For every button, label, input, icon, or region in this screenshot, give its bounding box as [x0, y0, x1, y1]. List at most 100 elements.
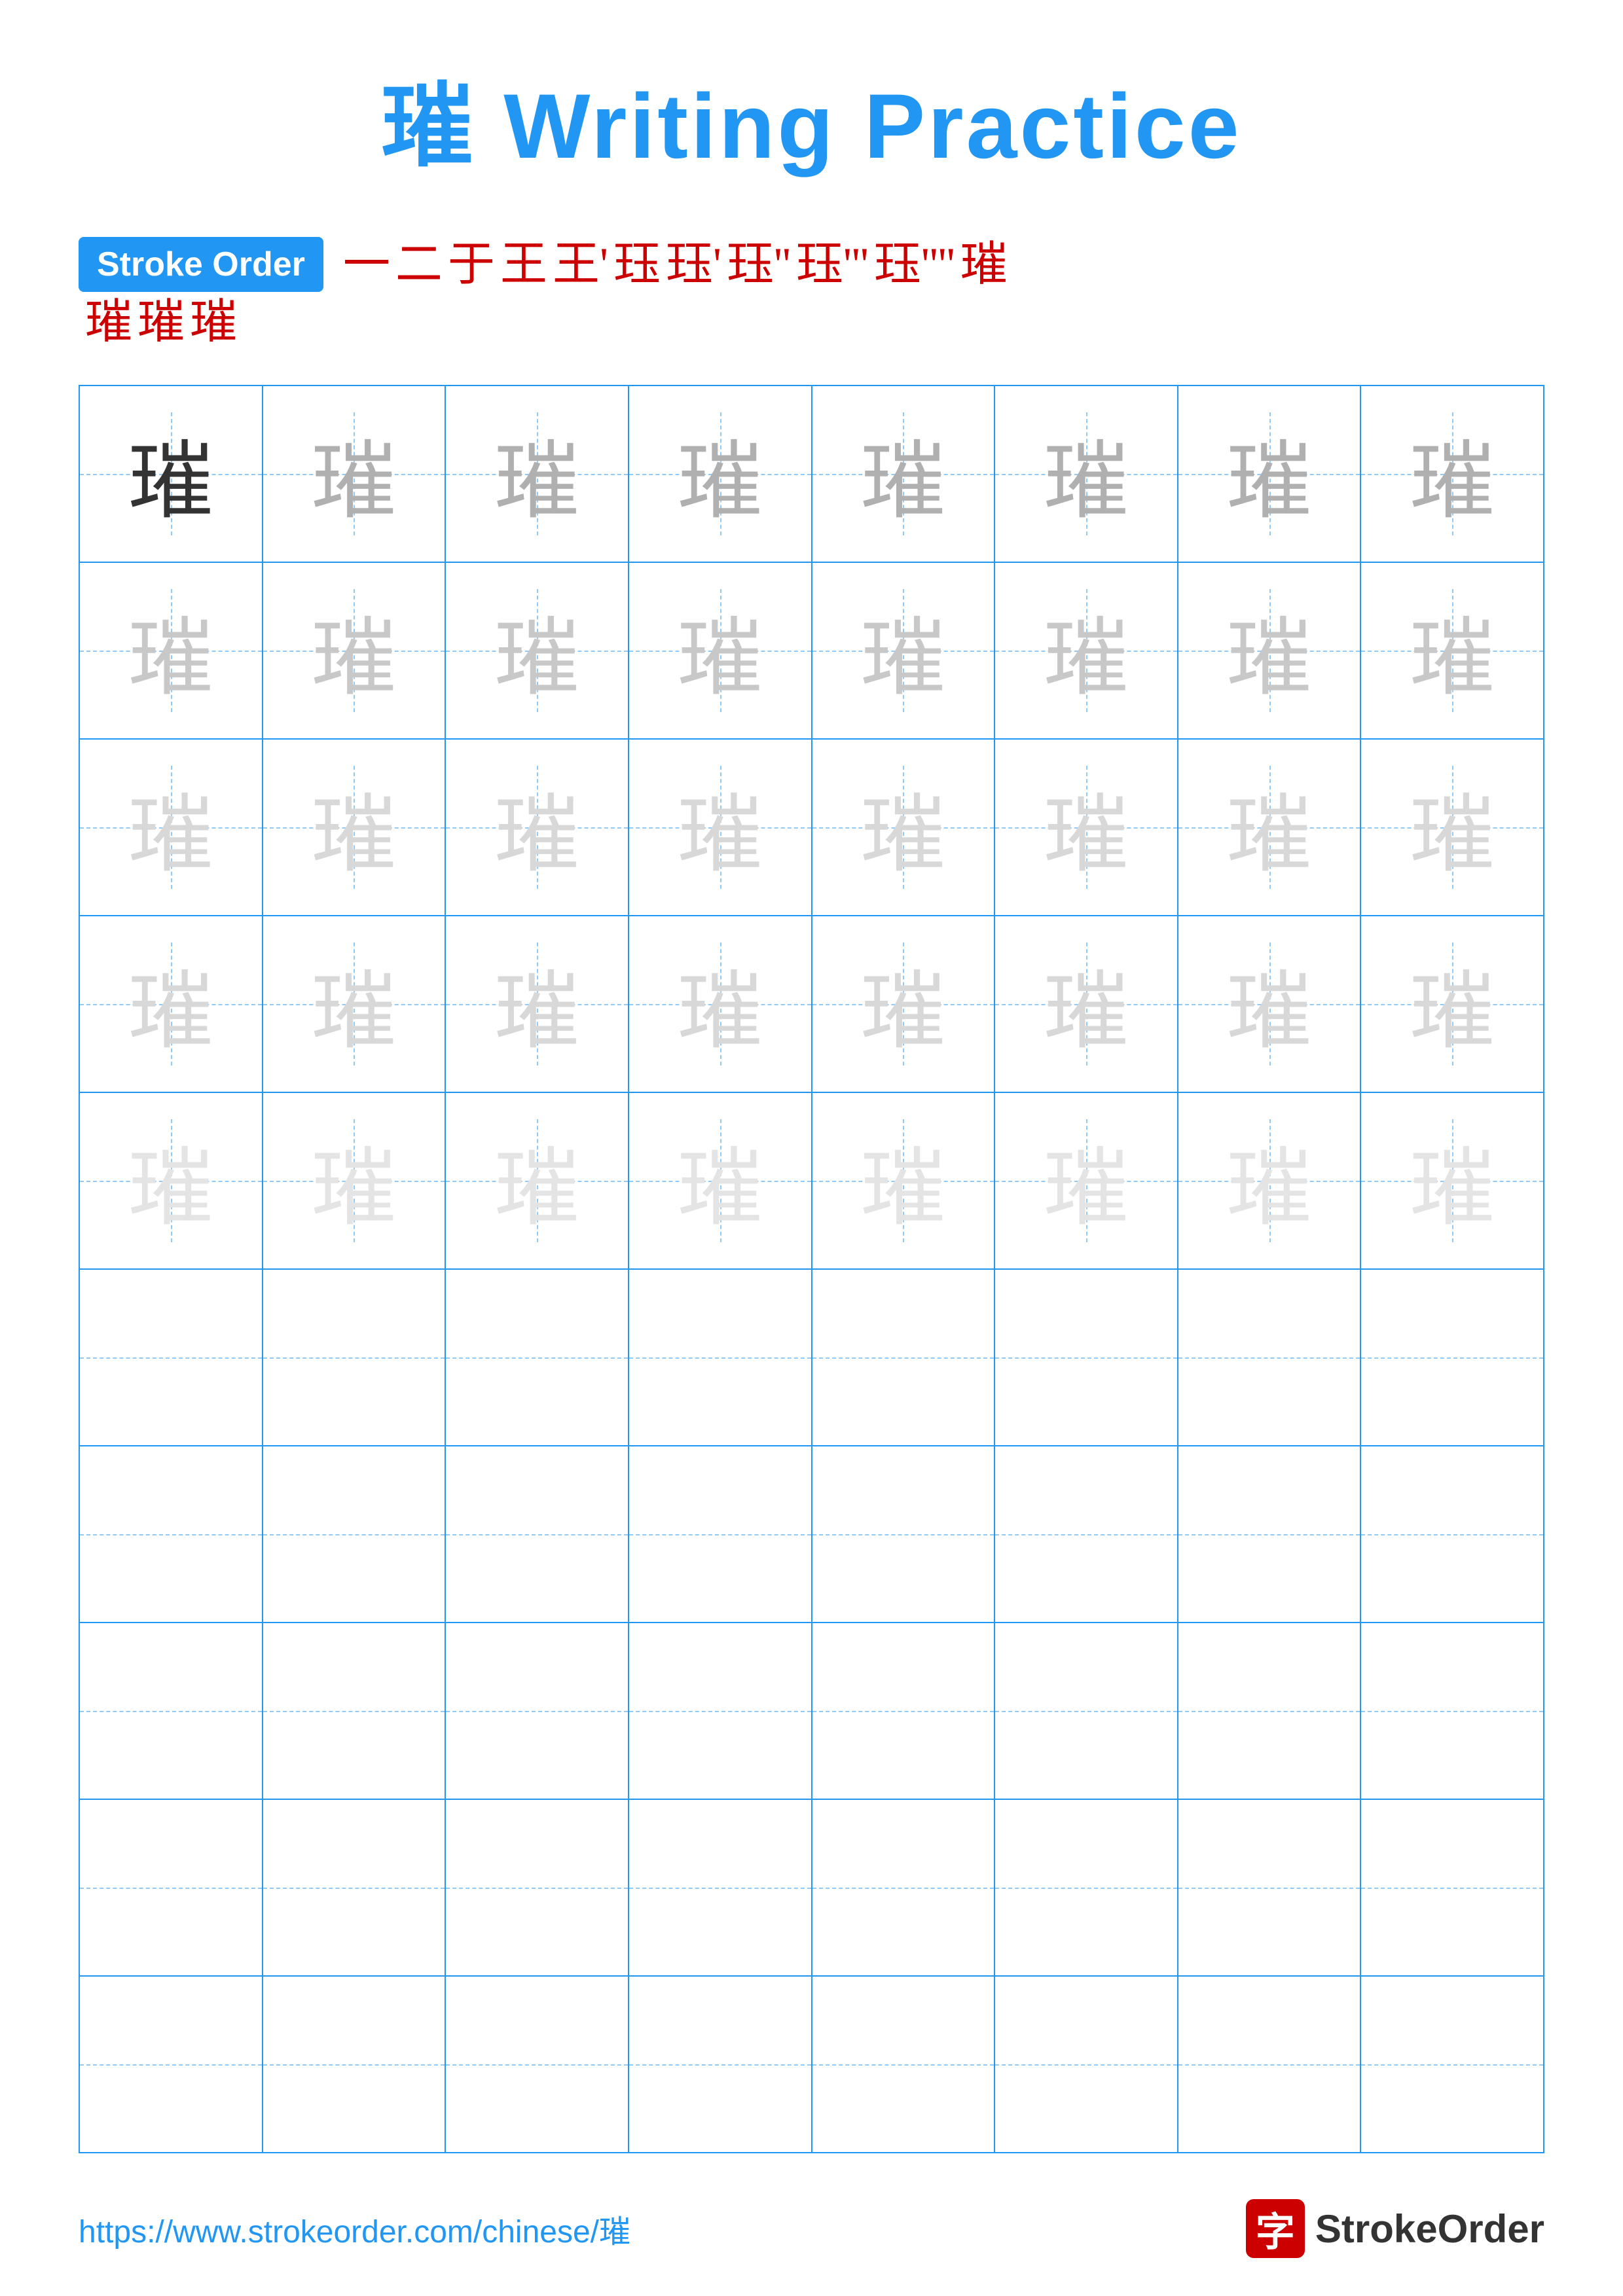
- grid-cell-10-2[interactable]: [263, 1976, 446, 2153]
- grid-cell-9-2[interactable]: [263, 1799, 446, 1976]
- grid-cell-9-1[interactable]: [79, 1799, 263, 1976]
- stroke-10: 珏'''': [874, 241, 955, 288]
- grid-cell-8-7[interactable]: [1178, 1623, 1361, 1799]
- grid-cell-1-2[interactable]: 璀: [263, 386, 446, 562]
- grid-cell-7-1[interactable]: [79, 1446, 263, 1623]
- grid-cell-10-8[interactable]: [1360, 1976, 1544, 2153]
- practice-char-light3: 璀: [1227, 766, 1312, 889]
- grid-cell-1-8[interactable]: 璀: [1360, 386, 1544, 562]
- practice-char-light2: 璀: [128, 589, 213, 712]
- grid-cell-5-4[interactable]: 璀: [629, 1092, 812, 1269]
- practice-char-light3: 璀: [311, 942, 396, 1066]
- grid-cell-10-6[interactable]: [994, 1976, 1178, 2153]
- grid-cell-6-1[interactable]: [79, 1269, 263, 1446]
- grid-cell-2-6[interactable]: 璀: [994, 562, 1178, 739]
- grid-cell-4-8[interactable]: 璀: [1360, 916, 1544, 1092]
- grid-cell-9-8[interactable]: [1360, 1799, 1544, 1976]
- grid-cell-3-4[interactable]: 璀: [629, 739, 812, 916]
- grid-cell-9-5[interactable]: [812, 1799, 995, 1976]
- grid-cell-6-5[interactable]: [812, 1269, 995, 1446]
- practice-char-light3: 璀: [860, 942, 945, 1066]
- grid-cell-10-7[interactable]: [1178, 1976, 1361, 2153]
- grid-cell-7-5[interactable]: [812, 1446, 995, 1623]
- footer-url[interactable]: https://www.strokeorder.com/chinese/璀: [79, 2206, 630, 2251]
- grid-cell-3-1[interactable]: 璀: [79, 739, 263, 916]
- grid-cell-1-7[interactable]: 璀: [1178, 386, 1361, 562]
- grid-cell-2-8[interactable]: 璀: [1360, 562, 1544, 739]
- practice-char-light3: 璀: [678, 766, 763, 889]
- grid-cell-1-6[interactable]: 璀: [994, 386, 1178, 562]
- grid-cell-3-7[interactable]: 璀: [1178, 739, 1361, 916]
- table-row: 璀 璀 璀 璀: [79, 739, 1544, 916]
- grid-cell-2-2[interactable]: 璀: [263, 562, 446, 739]
- practice-char-light3: 璀: [1410, 942, 1495, 1066]
- practice-char-light3: 璀: [311, 766, 396, 889]
- grid-cell-6-2[interactable]: [263, 1269, 446, 1446]
- grid-cell-8-1[interactable]: [79, 1623, 263, 1799]
- grid-cell-4-6[interactable]: 璀: [994, 916, 1178, 1092]
- grid-cell-6-7[interactable]: [1178, 1269, 1361, 1446]
- grid-cell-3-3[interactable]: 璀: [445, 739, 629, 916]
- grid-cell-5-3[interactable]: 璀: [445, 1092, 629, 1269]
- grid-cell-2-3[interactable]: 璀: [445, 562, 629, 739]
- grid-cell-3-8[interactable]: 璀: [1360, 739, 1544, 916]
- grid-cell-5-6[interactable]: 璀: [994, 1092, 1178, 1269]
- grid-cell-5-8[interactable]: 璀: [1360, 1092, 1544, 1269]
- grid-cell-9-3[interactable]: [445, 1799, 629, 1976]
- table-row: [79, 1976, 1544, 2153]
- grid-cell-7-8[interactable]: [1360, 1446, 1544, 1623]
- grid-cell-1-4[interactable]: 璀: [629, 386, 812, 562]
- grid-cell-4-4[interactable]: 璀: [629, 916, 812, 1092]
- grid-cell-5-2[interactable]: 璀: [263, 1092, 446, 1269]
- grid-cell-8-8[interactable]: [1360, 1623, 1544, 1799]
- grid-cell-7-7[interactable]: [1178, 1446, 1361, 1623]
- stroke-9: 珏''': [796, 241, 869, 288]
- grid-cell-2-1[interactable]: 璀: [79, 562, 263, 739]
- grid-cell-3-6[interactable]: 璀: [994, 739, 1178, 916]
- grid-cell-10-3[interactable]: [445, 1976, 629, 2153]
- grid-cell-1-3[interactable]: 璀: [445, 386, 629, 562]
- grid-cell-3-2[interactable]: 璀: [263, 739, 446, 916]
- grid-cell-10-4[interactable]: [629, 1976, 812, 2153]
- grid-cell-5-7[interactable]: 璀: [1178, 1092, 1361, 1269]
- grid-cell-4-1[interactable]: 璀: [79, 916, 263, 1092]
- grid-cell-6-6[interactable]: [994, 1269, 1178, 1446]
- grid-cell-3-5[interactable]: 璀: [812, 739, 995, 916]
- grid-cell-2-4[interactable]: 璀: [629, 562, 812, 739]
- grid-cell-4-2[interactable]: 璀: [263, 916, 446, 1092]
- table-row: [79, 1446, 1544, 1623]
- grid-cell-4-5[interactable]: 璀: [812, 916, 995, 1092]
- grid-cell-7-4[interactable]: [629, 1446, 812, 1623]
- grid-cell-5-1[interactable]: 璀: [79, 1092, 263, 1269]
- practice-char-light2: 璀: [311, 589, 396, 712]
- title-section: 璀 Writing Practice: [79, 52, 1544, 185]
- grid-cell-9-7[interactable]: [1178, 1799, 1361, 1976]
- grid-cell-10-5[interactable]: [812, 1976, 995, 2153]
- grid-cell-6-4[interactable]: [629, 1269, 812, 1446]
- grid-cell-9-6[interactable]: [994, 1799, 1178, 1976]
- table-row: [79, 1623, 1544, 1799]
- grid-cell-9-4[interactable]: [629, 1799, 812, 1976]
- grid-cell-10-1[interactable]: [79, 1976, 263, 2153]
- grid-cell-4-3[interactable]: 璀: [445, 916, 629, 1092]
- practice-char-light3: 璀: [678, 942, 763, 1066]
- grid-cell-8-3[interactable]: [445, 1623, 629, 1799]
- grid-cell-7-6[interactable]: [994, 1446, 1178, 1623]
- grid-cell-8-2[interactable]: [263, 1623, 446, 1799]
- grid-cell-2-5[interactable]: 璀: [812, 562, 995, 739]
- grid-cell-1-5[interactable]: 璀: [812, 386, 995, 562]
- grid-cell-7-3[interactable]: [445, 1446, 629, 1623]
- grid-cell-4-7[interactable]: 璀: [1178, 916, 1361, 1092]
- grid-cell-1-1[interactable]: 璀: [79, 386, 263, 562]
- grid-cell-2-7[interactable]: 璀: [1178, 562, 1361, 739]
- stroke-5: 王': [553, 241, 608, 288]
- grid-cell-8-5[interactable]: [812, 1623, 995, 1799]
- grid-cell-6-8[interactable]: [1360, 1269, 1544, 1446]
- stroke-12: 璀: [85, 298, 132, 346]
- practice-char-light4: 璀: [494, 1119, 579, 1242]
- grid-cell-8-6[interactable]: [994, 1623, 1178, 1799]
- grid-cell-5-5[interactable]: 璀: [812, 1092, 995, 1269]
- grid-cell-8-4[interactable]: [629, 1623, 812, 1799]
- grid-cell-7-2[interactable]: [263, 1446, 446, 1623]
- grid-cell-6-3[interactable]: [445, 1269, 629, 1446]
